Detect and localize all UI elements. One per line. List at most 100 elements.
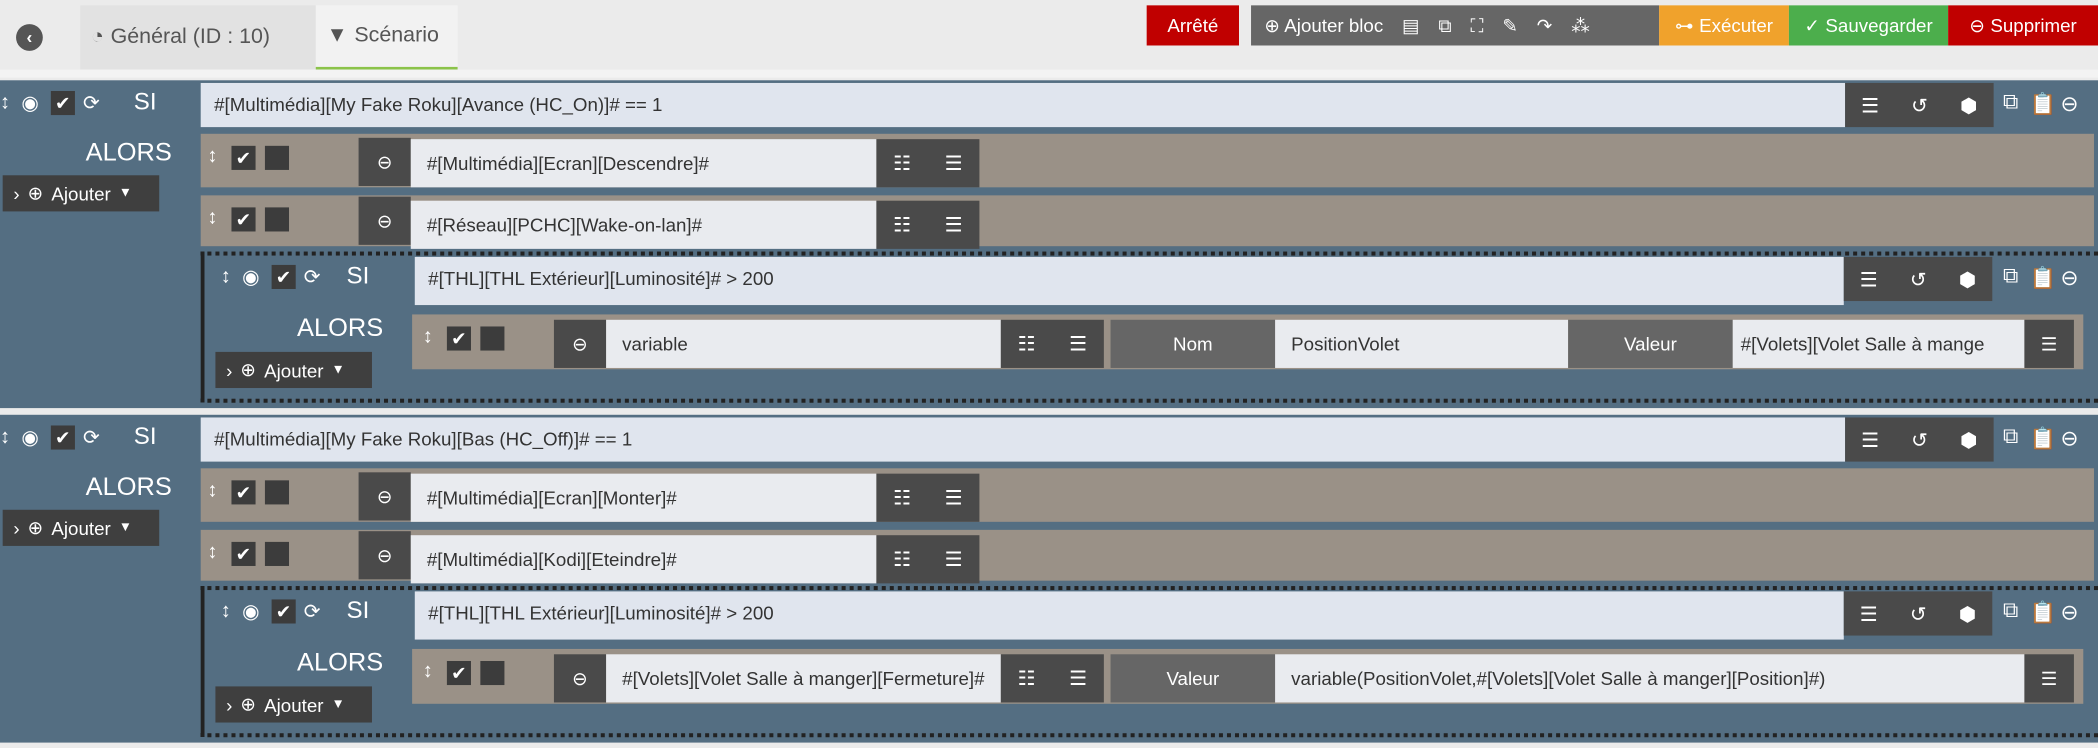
- tab-general[interactable]: ◔ Général (ID : 10): [80, 5, 316, 70]
- action-command-input[interactable]: #[Multimédia][Ecran][Monter]#: [410, 473, 877, 522]
- enable-checkbox[interactable]: ✔: [271, 264, 296, 290]
- cubes-icon[interactable]: ⁂: [1571, 5, 1590, 45]
- option-checkbox[interactable]: [480, 660, 505, 686]
- copy-icon[interactable]: ⧉: [2003, 265, 2018, 289]
- copy-icon[interactable]: ⧉: [1438, 5, 1451, 45]
- option-checkbox[interactable]: [264, 541, 290, 566]
- eye-icon[interactable]: ◉: [21, 91, 39, 115]
- move-icon[interactable]: ↕: [0, 91, 10, 114]
- copy-icon[interactable]: ⧉: [2003, 599, 2018, 623]
- list-icon[interactable]: ☰: [1069, 332, 1087, 356]
- condition-input[interactable]: #[Multimédia][My Fake Roku][Bas (HC_Off)…: [200, 417, 1846, 462]
- paste-icon[interactable]: 📋: [2030, 599, 2057, 626]
- share-icon[interactable]: ↷: [1537, 5, 1553, 45]
- expand-icon[interactable]: ⛶: [1471, 5, 1484, 45]
- eye-icon[interactable]: ◉: [242, 265, 260, 289]
- delete-button[interactable]: ⊖ Supprimer: [1948, 5, 2098, 46]
- move-icon[interactable]: ↕: [423, 325, 433, 348]
- refresh-icon[interactable]: ⟳: [304, 265, 321, 289]
- value-input[interactable]: variable(PositionVolet,#[Volets][Volet S…: [1275, 654, 2025, 703]
- remove-action-button[interactable]: ⊖: [358, 137, 411, 186]
- checklist-icon[interactable]: ☷: [1018, 332, 1036, 356]
- checklist-icon[interactable]: ☷: [893, 486, 911, 510]
- history-icon[interactable]: ↺: [1910, 267, 1927, 291]
- move-icon[interactable]: ↕: [207, 145, 217, 168]
- action-command-input[interactable]: #[Multimédia][Kodi][Eteindre]#: [410, 535, 877, 584]
- remove-icon[interactable]: ⊖: [2061, 599, 2079, 626]
- list-icon[interactable]: ☰: [2024, 319, 2074, 368]
- remove-action-button[interactable]: ⊖: [553, 654, 607, 703]
- enable-checkbox[interactable]: ✔: [271, 599, 296, 624]
- list-icon[interactable]: ☰: [1860, 601, 1878, 626]
- refresh-icon[interactable]: ⟳: [304, 599, 321, 624]
- eye-icon[interactable]: ◉: [21, 425, 39, 450]
- move-icon[interactable]: ↕: [0, 425, 10, 448]
- remove-icon[interactable]: ⊖: [2061, 91, 2079, 118]
- history-icon[interactable]: ↺: [1910, 601, 1927, 626]
- enable-checkbox[interactable]: ✔: [231, 480, 256, 505]
- list-icon[interactable]: ☰: [1861, 427, 1879, 452]
- move-icon[interactable]: ↕: [207, 541, 217, 564]
- copy-icon[interactable]: ⧉: [2003, 91, 2018, 115]
- list-icon[interactable]: ☰: [945, 547, 963, 572]
- refresh-icon[interactable]: ⟳: [83, 425, 100, 450]
- condition-input[interactable]: #[THL][THL Extérieur][Luminosité]# > 200: [414, 591, 1844, 640]
- remove-action-button[interactable]: ⊖: [358, 472, 411, 521]
- enable-checkbox[interactable]: ✔: [231, 145, 256, 170]
- enable-checkbox[interactable]: ✔: [446, 660, 471, 686]
- option-checkbox[interactable]: [264, 480, 290, 505]
- paste-icon[interactable]: 📋: [2030, 265, 2057, 292]
- list-icon[interactable]: ☰: [945, 213, 963, 237]
- remove-action-button[interactable]: ⊖: [358, 531, 411, 580]
- refresh-icon[interactable]: ⟳: [83, 91, 100, 115]
- add-dropdown-button[interactable]: › ⊕ Ajouter ▼: [215, 351, 372, 389]
- checklist-icon[interactable]: ☷: [1018, 666, 1036, 691]
- add-dropdown-button[interactable]: › ⊕ Ajouter ▼: [2, 175, 160, 212]
- checklist-icon[interactable]: ☷: [893, 213, 911, 237]
- history-icon[interactable]: ↺: [1911, 93, 1928, 117]
- add-block-button[interactable]: ⊕ Ajouter bloc: [1264, 5, 1383, 45]
- checklist-icon[interactable]: ☷: [893, 547, 911, 572]
- paste-icon[interactable]: 📋: [2030, 425, 2057, 452]
- list-icon[interactable]: ☰: [945, 486, 963, 510]
- cube-icon[interactable]: ⬢: [1959, 267, 1977, 291]
- history-icon[interactable]: ↺: [1911, 427, 1928, 452]
- enable-checkbox[interactable]: ✔: [231, 541, 256, 566]
- checklist-icon[interactable]: ☷: [893, 151, 911, 176]
- list-icon[interactable]: ☰: [1069, 666, 1087, 691]
- copy-icon[interactable]: ⧉: [2003, 425, 2018, 449]
- option-checkbox[interactable]: [480, 326, 505, 351]
- edit-icon[interactable]: ✎: [1502, 5, 1518, 45]
- enable-checkbox[interactable]: ✔: [50, 425, 75, 450]
- list-icon[interactable]: ☰: [2024, 654, 2074, 703]
- file-icon[interactable]: ▤: [1402, 5, 1420, 45]
- enable-checkbox[interactable]: ✔: [446, 326, 471, 351]
- add-dropdown-button[interactable]: › ⊕ Ajouter ▼: [2, 509, 160, 546]
- enable-checkbox[interactable]: ✔: [50, 90, 75, 116]
- execute-button[interactable]: ⊶ Exécuter: [1659, 5, 1789, 46]
- paste-icon[interactable]: 📋: [2030, 91, 2057, 118]
- action-command-input[interactable]: variable: [606, 319, 1001, 368]
- option-checkbox[interactable]: [264, 145, 290, 170]
- move-icon[interactable]: ↕: [207, 206, 217, 229]
- status-badge[interactable]: Arrêté: [1146, 5, 1239, 46]
- tab-scenario[interactable]: ▼ Scénario: [315, 5, 458, 70]
- name-input[interactable]: PositionVolet: [1275, 319, 1569, 368]
- move-icon[interactable]: ↕: [423, 660, 433, 683]
- back-icon[interactable]: ‹: [16, 24, 43, 51]
- move-icon[interactable]: ↕: [207, 479, 217, 502]
- add-dropdown-button[interactable]: › ⊕ Ajouter ▼: [215, 686, 372, 723]
- move-icon[interactable]: ↕: [221, 599, 231, 622]
- list-icon[interactable]: ☰: [1861, 93, 1879, 117]
- condition-input[interactable]: #[Multimédia][My Fake Roku][Avance (HC_O…: [200, 82, 1846, 128]
- eye-icon[interactable]: ◉: [242, 599, 260, 624]
- remove-action-button[interactable]: ⊖: [553, 319, 607, 368]
- condition-input[interactable]: #[THL][THL Extérieur][Luminosité]# > 200: [414, 256, 1844, 306]
- action-command-input[interactable]: #[Multimédia][Ecran][Descendre]#: [410, 139, 877, 188]
- cube-icon[interactable]: ⬢: [1960, 93, 1978, 117]
- save-button[interactable]: ✓ Sauvegarder: [1788, 5, 1949, 46]
- option-checkbox[interactable]: [264, 207, 290, 232]
- remove-icon[interactable]: ⊖: [2061, 425, 2079, 452]
- list-icon[interactable]: ☰: [945, 151, 963, 176]
- move-icon[interactable]: ↕: [221, 265, 231, 288]
